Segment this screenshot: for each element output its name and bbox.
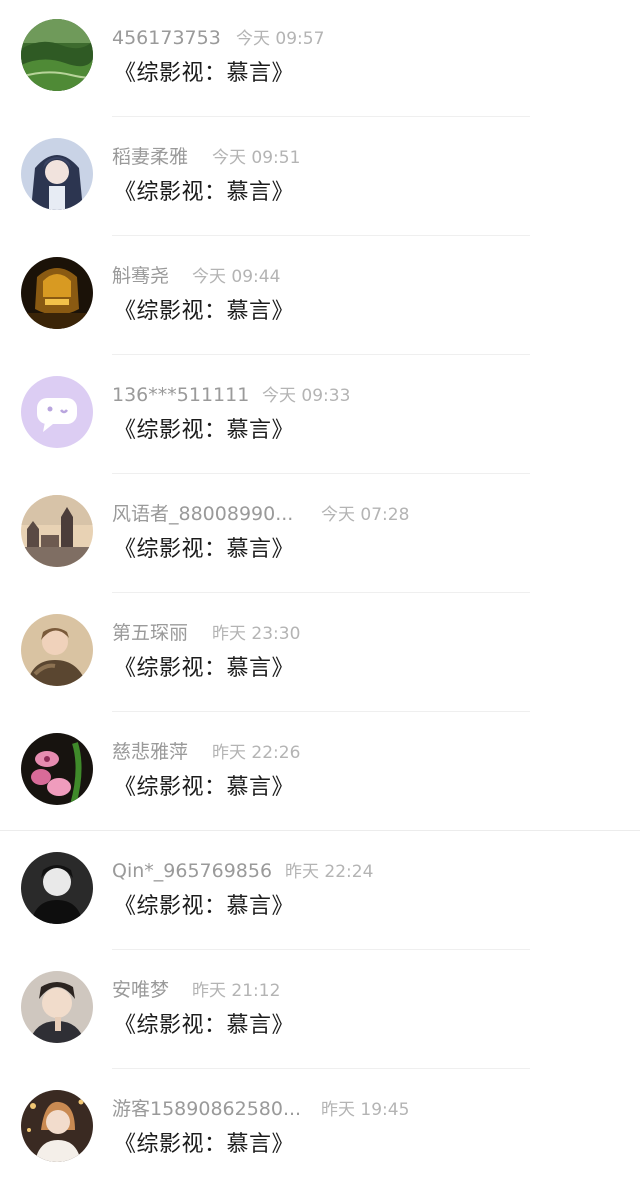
avatar[interactable] [21,376,93,448]
sender-name: 风语者_88008990... [112,503,294,525]
avatar[interactable] [21,1090,93,1162]
avatar[interactable] [21,733,93,805]
avatar[interactable] [21,971,93,1043]
sender-name: 安唯梦 [112,979,170,1001]
message-time: 昨天 19:45 [321,1100,410,1120]
sender-name: 456173753 [112,27,221,49]
sender-name: 游客15890862580... [112,1098,302,1120]
message-time: 昨天 22:26 [212,743,301,763]
message-row[interactable]: 第五琛丽 昨天 23:30 《综影视：慕言》 [0,595,640,714]
avatar[interactable] [21,257,93,329]
chat-bubble-icon [21,376,93,448]
message-time: 今天 09:44 [192,267,281,287]
message-text: 《综影视：慕言》 [114,299,295,324]
avatar[interactable] [21,852,93,924]
divider [112,1068,530,1069]
divider [112,235,530,236]
sender-name: 斛骞尧 [112,265,170,287]
message-text: 《综影视：慕言》 [114,180,295,205]
message-text: 《综影视：慕言》 [114,418,295,443]
message-time: 今天 09:51 [212,148,301,168]
divider [0,830,640,831]
message-row[interactable]: 游客15890862580... 昨天 19:45 《综影视：慕言》 [0,1071,640,1190]
sender-name: 第五琛丽 [112,622,189,644]
message-time: 昨天 22:24 [285,862,374,882]
avatar[interactable] [21,138,93,210]
divider [112,711,530,712]
sender-name: 稻妻柔雅 [112,146,189,168]
message-time: 昨天 21:12 [192,981,281,1001]
divider [112,354,530,355]
pink-orchid-icon [21,733,93,805]
message-time: 今天 07:28 [321,505,410,525]
woman-portrait-icon [21,614,93,686]
green-landscape-icon [21,19,93,91]
sender-name: 慈悲雅萍 [112,741,189,763]
gold-helmet-icon [21,257,93,329]
message-text: 《综影视：慕言》 [114,1013,295,1038]
message-row[interactable]: Qin*_965769856 昨天 22:24 《综影视：慕言》 [0,833,640,952]
avatar[interactable] [21,19,93,91]
divider [112,473,530,474]
message-row[interactable]: 风语者_88008990... 今天 07:28 《综影视：慕言》 [0,476,640,595]
divider [112,949,530,950]
man-portrait-icon [21,971,93,1043]
sender-name: Qin*_965769856 [112,860,273,882]
avatar[interactable] [21,614,93,686]
message-time: 今天 09:33 [262,386,351,406]
message-text: 《综影视：慕言》 [114,61,295,86]
message-row[interactable]: 安唯梦 昨天 21:12 《综影视：慕言》 [0,952,640,1071]
message-text: 《综影视：慕言》 [114,775,295,800]
message-row[interactable]: 慈悲雅萍 昨天 22:26 《综影视：慕言》 [0,714,640,833]
message-row[interactable]: 136***511111 今天 09:33 《综影视：慕言》 [0,357,640,476]
divider [112,592,530,593]
message-time: 昨天 23:30 [212,624,301,644]
message-time: 今天 09:57 [236,29,325,49]
message-text: 《综影视：慕言》 [114,1132,295,1157]
message-row[interactable]: 456173753 今天 09:57 《综影视：慕言》 [0,0,640,119]
anime-girl-icon [21,138,93,210]
message-text: 《综影视：慕言》 [114,656,295,681]
message-list: 456173753 今天 09:57 《综影视：慕言》 稻妻柔雅 今天 09:5… [0,0,640,1191]
message-row[interactable]: 稻妻柔雅 今天 09:51 《综影视：慕言》 [0,119,640,238]
sender-name: 136***511111 [112,384,250,406]
woman-night-icon [21,1090,93,1162]
divider [112,116,530,117]
message-row[interactable]: 斛骞尧 今天 09:44 《综影视：慕言》 [0,238,640,357]
avatar[interactable] [21,495,93,567]
message-text: 《综影视：慕言》 [114,894,295,919]
bw-portrait-icon [21,852,93,924]
castle-city-icon [21,495,93,567]
message-text: 《综影视：慕言》 [114,537,295,562]
